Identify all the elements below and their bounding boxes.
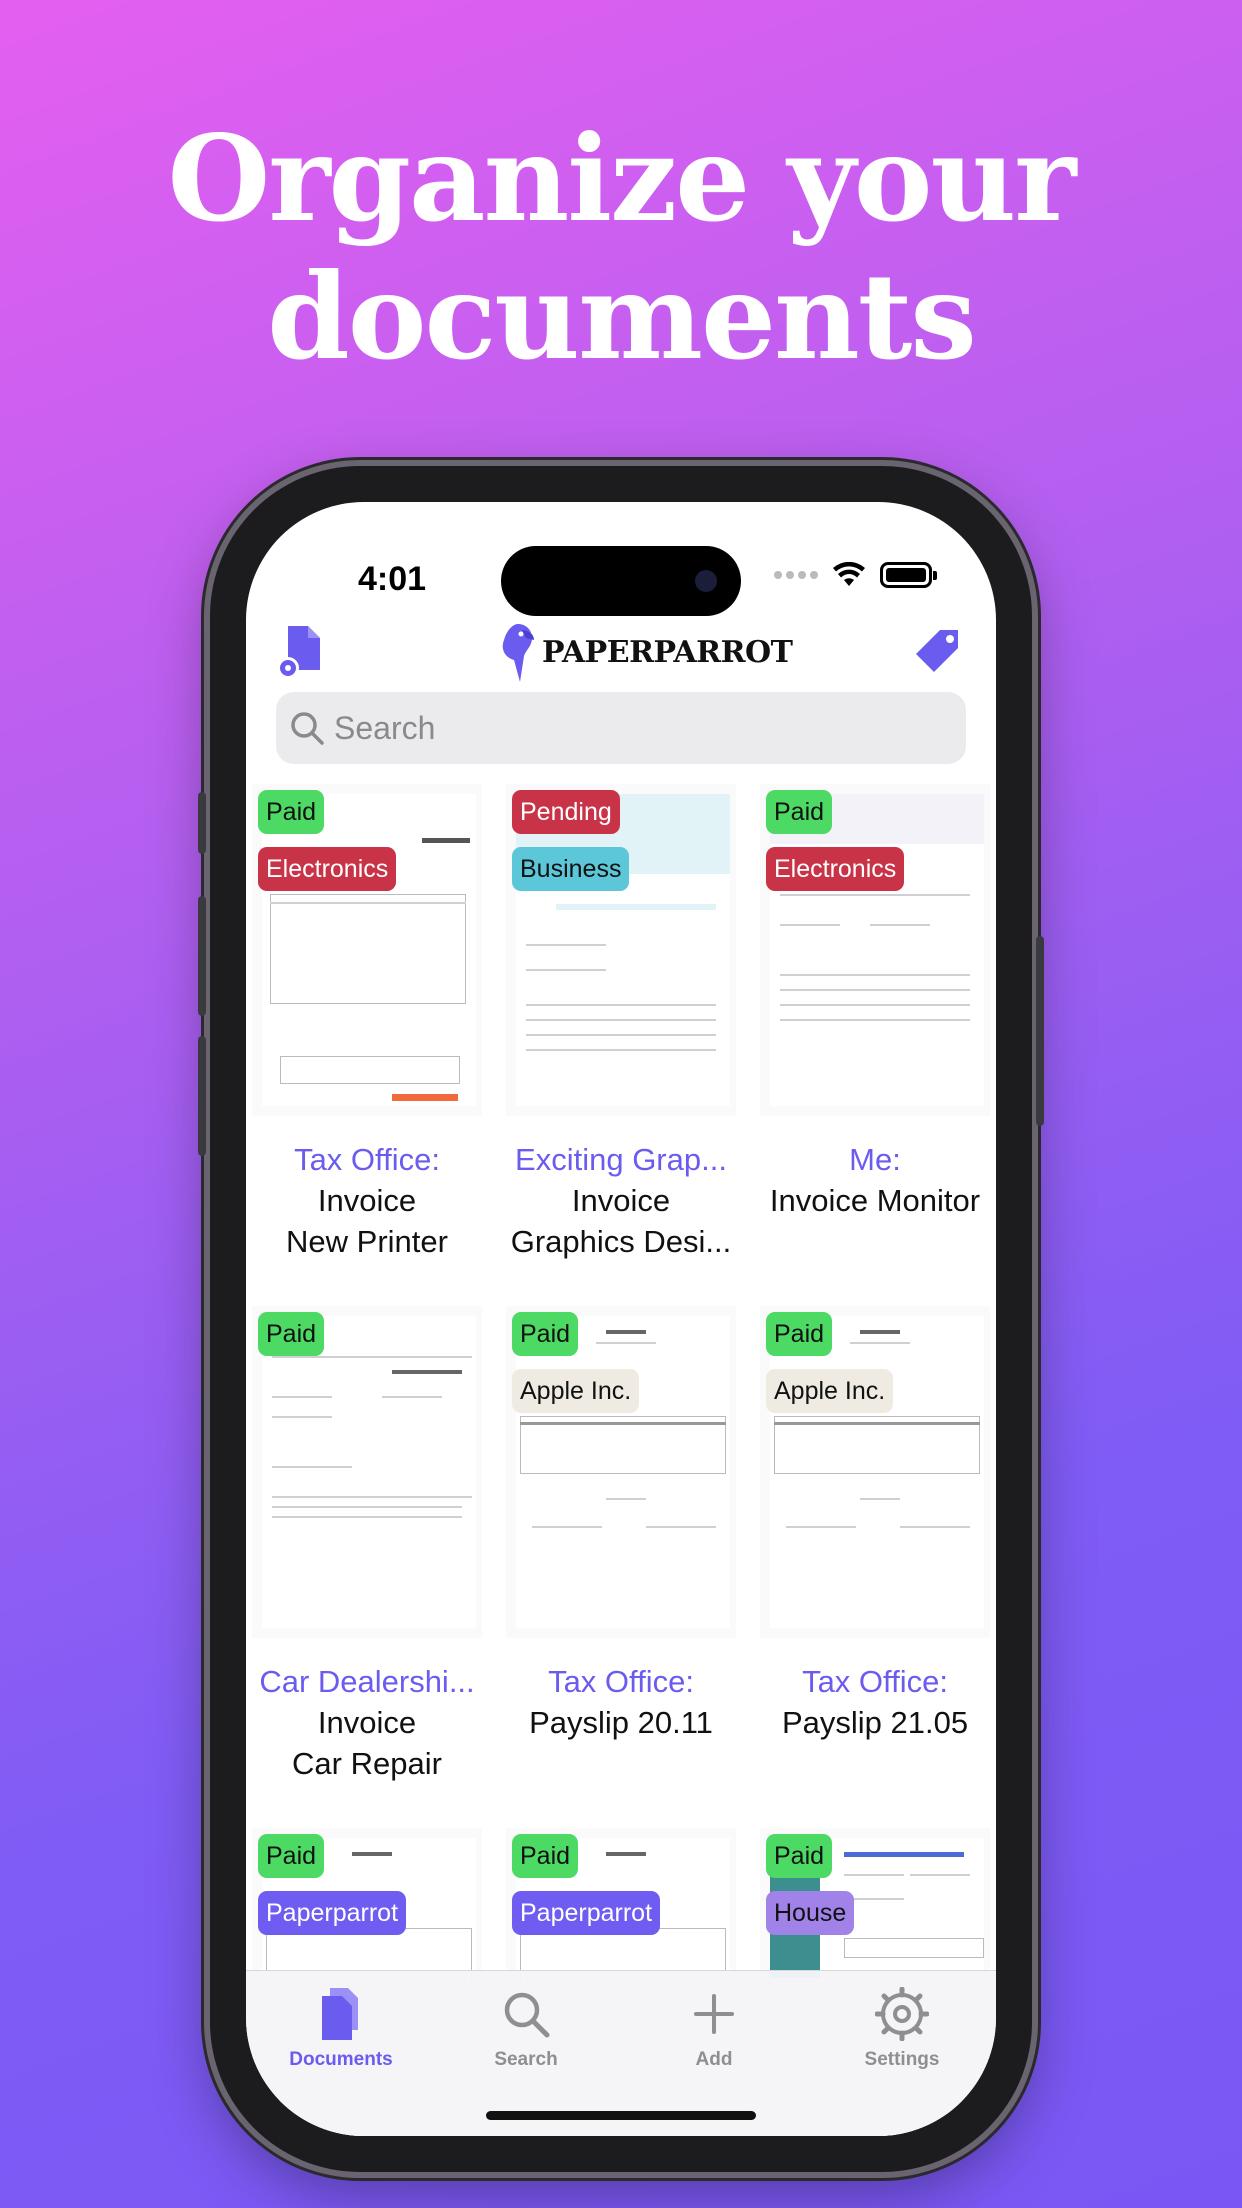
phone-frame: 4:01 PAPERPARROT Search Paid Electronics… [198,466,1044,2172]
document-sender: Tax Office: [294,1142,440,1177]
documents-icon [322,1988,358,2040]
status-badge: Paid [512,1312,579,1356]
search-icon [504,1992,550,2038]
status-badge: Paid [512,1834,579,1878]
tab-label: Settings [864,2049,940,2070]
document-subtitle: Car Repair [292,1746,442,1781]
home-indicator[interactable] [486,2111,756,2120]
document-sender: Car Dealershi... [259,1664,475,1699]
parrot-logo-icon [502,624,534,682]
mute-switch [198,792,206,854]
volume-up-button [198,896,206,1016]
document-caption: Tax Office: Payslip 21.05 [752,1661,996,1743]
category-badge: Apple Inc. [512,1369,640,1413]
app-screen: 4:01 PAPERPARROT Search Paid Electronics… [246,502,996,2136]
battery-icon [880,562,937,588]
status-badge: Paid [766,790,833,834]
category-badge: House [766,1891,855,1935]
plus-icon [694,1994,734,2034]
navigation-bar: PAPERPARROT [246,614,996,694]
tab-label: Search [494,2049,558,2070]
power-button [1036,936,1044,1126]
cellular-icon [774,571,818,579]
tab-label: Add [695,2049,733,2070]
dynamic-island [501,546,741,616]
category-badge: Paperparrot [512,1891,661,1935]
tab-documents[interactable]: Documents [261,1985,421,2071]
status-badge: Pending [512,790,620,834]
tag-icon[interactable] [912,626,964,678]
category-badge: Business [512,847,630,891]
app-logo: PAPERPARROT [496,620,793,684]
document-title: Invoice Monitor [769,1183,981,1218]
search-bar[interactable] [276,692,966,764]
document-title: Invoice [571,1183,671,1218]
document-title: Invoice [317,1183,417,1218]
category-badge: Apple Inc. [766,1369,894,1413]
search-icon [291,712,324,745]
status-badge: Paid [258,1312,325,1356]
document-sender: Exciting Grap... [515,1142,727,1177]
tab-search[interactable]: Search [446,1985,606,2071]
wifi-icon [833,562,865,586]
gear-icon [875,1987,929,2041]
document-settings-icon[interactable] [276,624,326,680]
document-sender: Tax Office: [548,1664,694,1699]
document-caption: Exciting Grap... Invoice Graphics Desi..… [498,1139,744,1262]
document-caption: Me: Invoice Monitor [752,1139,996,1221]
status-indicators [774,562,937,588]
status-badge: Paid [258,1834,325,1878]
logo-text: PAPERPARROT [542,634,793,670]
category-badge: Electronics [258,847,397,891]
document-subtitle: Graphics Desi... [510,1224,732,1259]
tab-add[interactable]: Add [634,1985,794,2071]
document-sender: Me: [849,1142,901,1177]
headline-line-1: Organize your [167,109,1077,248]
status-badge: Paid [766,1312,833,1356]
tab-label: Documents [289,2049,393,2070]
volume-down-button [198,1036,206,1156]
status-badge: Paid [766,1834,833,1878]
document-sender: Tax Office: [802,1664,948,1699]
document-title: Payslip 21.05 [781,1705,969,1740]
document-subtitle: New Printer [286,1224,448,1259]
marketing-headline: Organize your documents [0,110,1242,386]
headline-line-2: documents [267,247,977,386]
document-title: Payslip 20.11 [529,1705,713,1740]
document-caption: Car Dealershi... Invoice Car Repair [246,1661,490,1784]
status-badge: Paid [258,790,325,834]
category-badge: Electronics [766,847,905,891]
document-title: Invoice [317,1705,417,1740]
category-badge: Paperparrot [258,1891,407,1935]
tab-settings[interactable]: Settings [822,1985,982,2071]
status-time: 4:01 [358,560,427,598]
document-caption: Tax Office: Invoice New Printer [246,1139,490,1262]
search-input[interactable] [334,709,934,747]
tab-bar: Documents Search Add Settings [246,1970,996,2136]
document-caption: Tax Office: Payslip 20.11 [498,1661,744,1743]
